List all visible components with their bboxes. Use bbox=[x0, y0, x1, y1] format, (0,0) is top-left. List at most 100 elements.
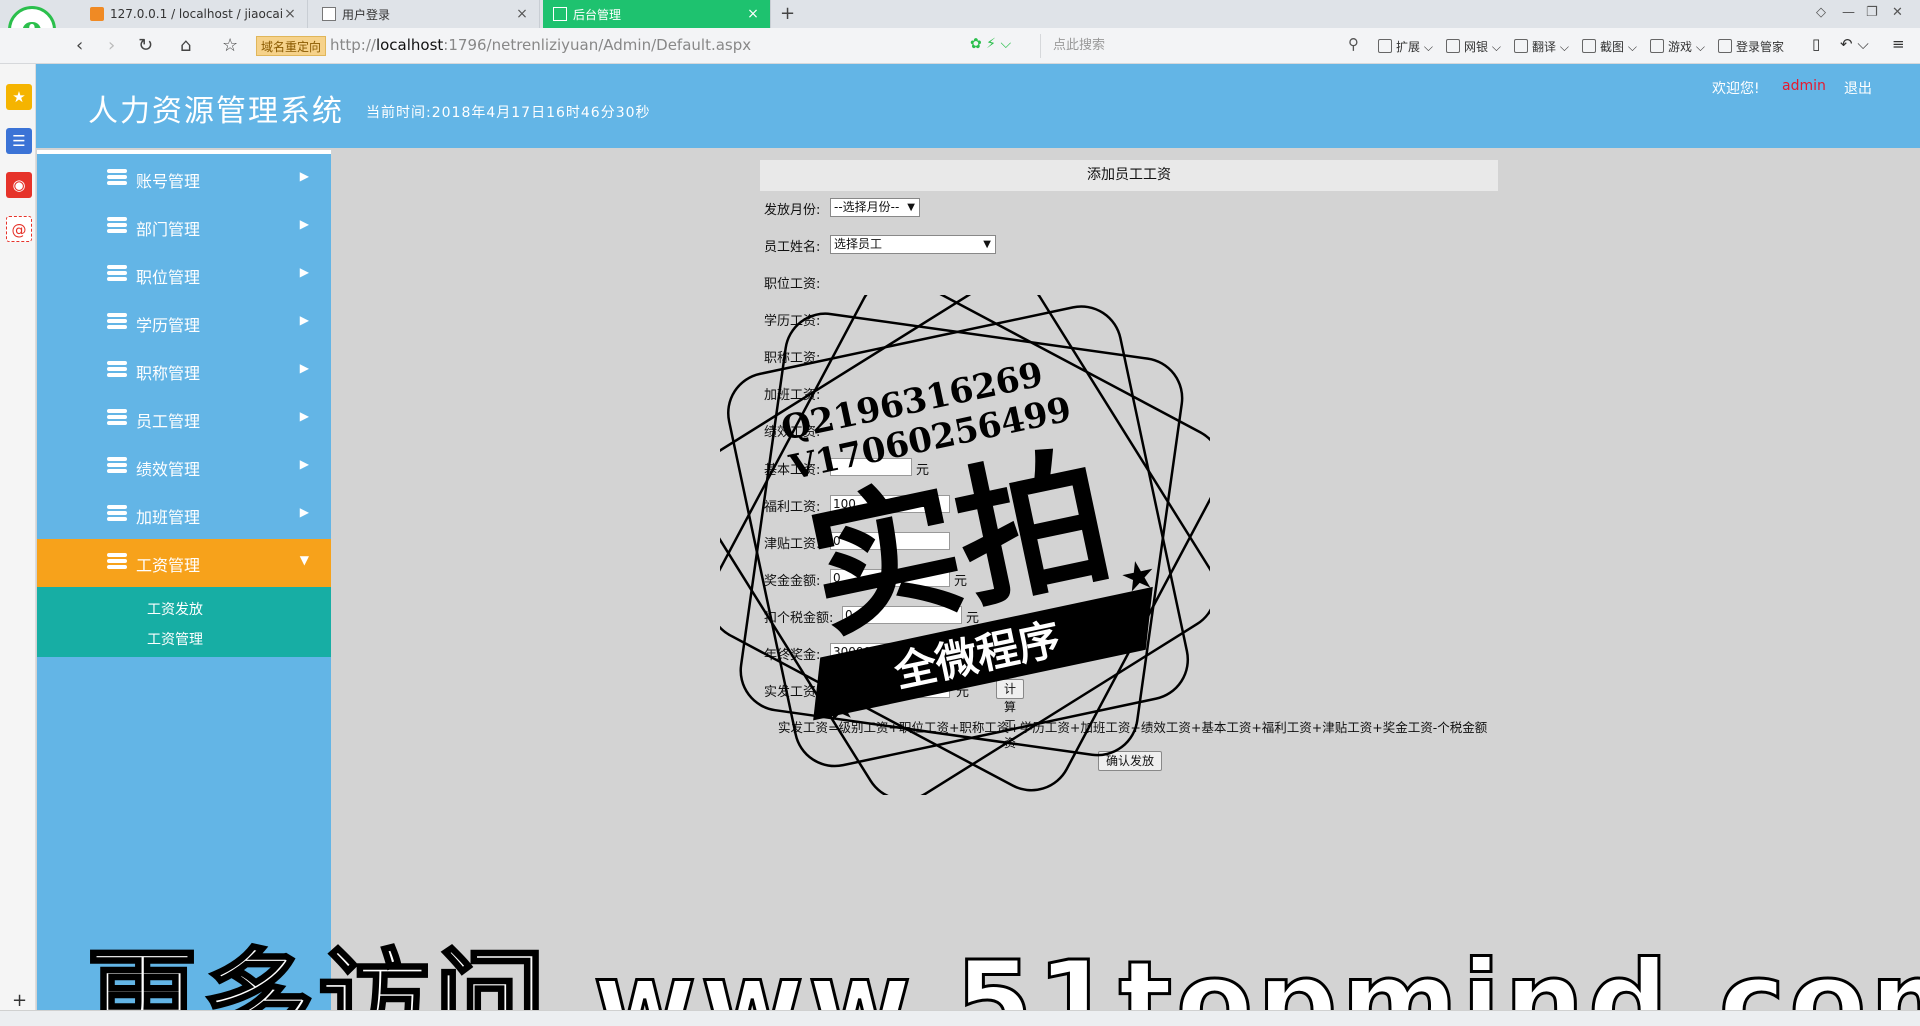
tab-title: 后台管理 bbox=[573, 7, 622, 22]
translate-icon bbox=[1514, 39, 1528, 53]
browser-side-dock: ★ ☰ ◉ @ bbox=[0, 64, 36, 1010]
skin-icon[interactable]: ◇ bbox=[1816, 5, 1826, 20]
add-icon[interactable]: + bbox=[12, 990, 27, 1011]
employee-label: 员工姓名: bbox=[764, 240, 821, 255]
browser-tab-phpmyadmin[interactable]: 127.0.0.1 / localhost / jiaocai × bbox=[80, 0, 308, 28]
chevron-right-icon: ▶ bbox=[299, 217, 309, 231]
browser-tab-login[interactable]: 用户登录 × bbox=[312, 0, 540, 28]
submenu-item-salary-payment[interactable]: 工资发放 bbox=[147, 599, 203, 619]
browser-tab-admin[interactable]: 后台管理 × bbox=[543, 0, 771, 28]
forward-icon[interactable]: › bbox=[108, 35, 115, 56]
undo-icon[interactable]: ↶ ⌵ bbox=[1840, 35, 1869, 53]
stack-icon bbox=[107, 169, 127, 185]
favorites-icon[interactable]: ★ bbox=[6, 84, 32, 110]
gamepad-icon bbox=[1650, 39, 1664, 53]
url-prefix: http:// bbox=[330, 36, 376, 54]
logout-link[interactable]: 退出 bbox=[1844, 78, 1872, 98]
toolbar-bank[interactable]: 网银 ⌵ bbox=[1446, 38, 1501, 55]
welcome-text: 欢迎您! bbox=[1712, 81, 1760, 97]
minimize-icon[interactable]: — bbox=[1842, 5, 1855, 20]
menu-label: 绩效管理 bbox=[136, 460, 201, 479]
user-link[interactable]: admin bbox=[1782, 78, 1826, 94]
tab-title: 用户登录 bbox=[342, 7, 391, 22]
toolbar-games[interactable]: 游戏 ⌵ bbox=[1650, 38, 1705, 55]
current-time: 当前时间:2018年4月17日16时46分30秒 bbox=[366, 105, 651, 121]
chevron-down-icon: ▼ bbox=[299, 553, 309, 567]
menu-item-education[interactable]: 学历管理 ▶ bbox=[37, 299, 331, 347]
toolbar-extensions[interactable]: 扩展 ⌵ bbox=[1378, 38, 1433, 55]
submenu-item-salary-management[interactable]: 工资管理 bbox=[147, 629, 203, 649]
refresh-icon[interactable]: ↻ bbox=[138, 35, 153, 56]
speed-mode-icon[interactable]: ✿ ⚡ ⌵ bbox=[970, 36, 1011, 52]
list-icon[interactable]: ☰ bbox=[6, 128, 32, 154]
chevron-right-icon: ▶ bbox=[299, 313, 309, 327]
browser-nav-bar: ‹ › ↻ ⌂ ☆ 域名重定向 http://localhost:1796/ne… bbox=[0, 28, 1920, 64]
menu-item-overtime[interactable]: 加班管理 ▶ bbox=[37, 491, 331, 539]
reader-icon[interactable]: ▯ bbox=[1812, 35, 1820, 53]
month-label: 发放月份: bbox=[764, 203, 821, 218]
menu-label: 学历管理 bbox=[136, 316, 201, 335]
star-icon[interactable]: ☆ bbox=[222, 35, 238, 56]
chevron-right-icon: ▶ bbox=[299, 409, 309, 423]
employee-select[interactable]: 选择员工 ▼ bbox=[830, 235, 996, 254]
restore-icon[interactable]: ❐ bbox=[1866, 5, 1878, 20]
search-input[interactable]: 点此搜索 bbox=[1040, 34, 1370, 58]
toolbar-screenshot[interactable]: 截图 ⌵ bbox=[1582, 38, 1637, 55]
stamp-watermark: Q2196316269 V17060256499 实拍 全微程序 ★ ★ bbox=[720, 295, 1210, 795]
tool-label: 扩展 bbox=[1396, 40, 1421, 54]
stack-icon bbox=[107, 265, 127, 281]
shield-icon bbox=[1446, 39, 1460, 53]
close-icon[interactable]: × bbox=[515, 6, 529, 22]
menu-label: 员工管理 bbox=[136, 412, 201, 431]
stack-icon bbox=[107, 409, 127, 425]
stack-icon bbox=[107, 505, 127, 521]
menu-item-department[interactable]: 部门管理 ▶ bbox=[37, 203, 331, 251]
bottom-watermark: 更多访问 www.51topmind.com bbox=[85, 937, 1920, 1026]
menu-item-performance[interactable]: 绩效管理 ▶ bbox=[37, 443, 331, 491]
stack-icon bbox=[107, 361, 127, 377]
screenshot-icon bbox=[1582, 39, 1596, 53]
close-icon[interactable]: × bbox=[283, 6, 297, 22]
address-bar[interactable]: http://localhost:1796/netrenliziyuan/Adm… bbox=[330, 36, 751, 54]
tab-title: 127.0.0.1 / localhost / jiaocai bbox=[110, 7, 283, 21]
toolbar-translate[interactable]: 翻译 ⌵ bbox=[1514, 38, 1569, 55]
menu-item-position[interactable]: 职位管理 ▶ bbox=[37, 251, 331, 299]
tool-label: 游戏 bbox=[1668, 40, 1693, 54]
close-icon[interactable]: × bbox=[746, 6, 760, 22]
extensions-icon bbox=[1378, 39, 1392, 53]
search-icon[interactable]: ⚲ bbox=[1348, 35, 1359, 53]
menu-icon[interactable]: ≡ bbox=[1892, 35, 1905, 53]
chevron-right-icon: ▶ bbox=[299, 265, 309, 279]
weibo-icon[interactable]: ◉ bbox=[6, 172, 32, 198]
system-title: 人力资源管理系统 bbox=[88, 94, 344, 129]
menu-item-account[interactable]: 账号管理 ▶ bbox=[37, 155, 331, 203]
home-icon[interactable]: ⌂ bbox=[180, 35, 191, 56]
page-icon bbox=[322, 7, 336, 21]
stack-icon bbox=[107, 313, 127, 329]
position-salary-label: 职位工资: bbox=[764, 277, 821, 292]
menu-item-employee[interactable]: 员工管理 ▶ bbox=[37, 395, 331, 443]
menu-label: 账号管理 bbox=[136, 172, 201, 191]
month-select[interactable]: --选择月份-- ▼ bbox=[830, 198, 920, 217]
menu-item-salary[interactable]: 工资管理 ▼ bbox=[37, 539, 331, 587]
close-window-icon[interactable]: ✕ bbox=[1892, 5, 1903, 20]
tool-label: 截图 bbox=[1600, 40, 1625, 54]
back-icon[interactable]: ‹ bbox=[76, 35, 83, 56]
menu-label: 职称管理 bbox=[136, 364, 201, 383]
chevron-right-icon: ▶ bbox=[299, 505, 309, 519]
phpmyadmin-icon bbox=[90, 7, 104, 21]
month-value: --选择月份-- bbox=[834, 200, 900, 214]
toolbar-login-manager[interactable]: 登录管家 bbox=[1718, 38, 1784, 55]
stack-icon bbox=[107, 457, 127, 473]
page-icon bbox=[553, 7, 567, 21]
stack-icon bbox=[107, 553, 127, 569]
redirect-badge[interactable]: 域名重定向 bbox=[256, 36, 327, 56]
menu-label: 部门管理 bbox=[136, 220, 201, 239]
menu-item-title[interactable]: 职称管理 ▶ bbox=[37, 347, 331, 395]
browser-status-bar bbox=[0, 1010, 1920, 1026]
sidebar-menu: 账号管理 ▶ 部门管理 ▶ 职位管理 ▶ 学历管理 ▶ 职称管理 ▶ 员工管理 … bbox=[37, 150, 331, 1010]
new-tab-button[interactable]: + bbox=[780, 3, 795, 24]
menu-label: 工资管理 bbox=[136, 556, 201, 575]
mail-icon[interactable]: @ bbox=[6, 216, 32, 242]
tool-label: 登录管家 bbox=[1736, 40, 1785, 54]
